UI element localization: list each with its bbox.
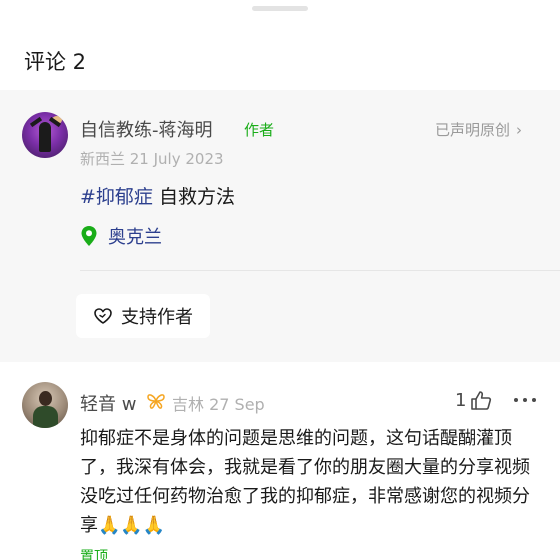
post-text: 自救方法 <box>152 186 235 208</box>
chevron-right-icon: › <box>516 121 523 139</box>
author-avatar[interactable] <box>22 112 68 158</box>
butterfly-icon <box>147 394 165 409</box>
original-declared-label: 已声明原创 <box>435 121 511 139</box>
more-icon[interactable] <box>514 398 536 404</box>
author-name[interactable]: 自信教练-蒋海明 <box>80 116 213 142</box>
comment-item: 轻音 w 吉林 27 Sep 1 抑郁症不是身体的问题是思维的问题，这句话醍醐灌… <box>0 362 560 560</box>
commenter-name[interactable]: 轻音 w <box>80 390 136 416</box>
location-text: 奥克兰 <box>108 227 162 248</box>
like-count: 1 <box>455 390 467 411</box>
location[interactable]: 奥克兰 <box>80 223 162 249</box>
comments-header: 评论 2 <box>24 50 87 74</box>
post-card: 自信教练-蒋海明 作者 已声明原创 › 新西兰 21 July 2023 #抑郁症… <box>0 90 560 362</box>
support-author-button[interactable]: 支持作者 <box>76 294 210 338</box>
comment-text: 抑郁症不是身体的问题是思维的问题，这句话醍醐灌顶了，我深有体会，我就是看了你的朋… <box>80 428 530 536</box>
hashtag-link[interactable]: #抑郁症 <box>80 186 153 208</box>
support-author-label: 支持作者 <box>121 307 193 328</box>
author-tag: 作者 <box>244 121 275 139</box>
thumbs-up-icon[interactable] <box>470 390 492 410</box>
commenter-avatar[interactable] <box>22 382 68 428</box>
pinned-label: 置顶 <box>80 549 108 560</box>
location-pin-icon <box>81 226 97 246</box>
post-meta: 新西兰 21 July 2023 <box>80 150 224 168</box>
heart-icon <box>94 308 112 324</box>
drag-handle[interactable] <box>252 6 308 11</box>
comment-meta: 吉林 27 Sep <box>172 395 265 414</box>
original-declared-link[interactable]: 已声明原创 › <box>435 119 522 140</box>
divider <box>80 270 560 271</box>
post-body: #抑郁症 自救方法 <box>80 182 235 209</box>
